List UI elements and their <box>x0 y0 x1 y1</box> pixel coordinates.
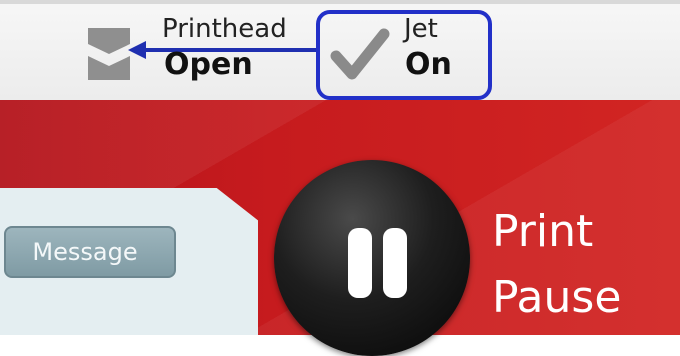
pause-icon-bar <box>383 228 407 298</box>
print-pause-button[interactable] <box>274 160 470 356</box>
printhead-status: Open <box>164 47 253 82</box>
top-divider <box>0 0 680 4</box>
pause-icon <box>348 228 372 298</box>
jet-status: On <box>405 47 452 82</box>
checkmark-icon <box>330 28 390 80</box>
printhead-icon <box>88 28 130 80</box>
pause-label: Pause <box>492 272 622 323</box>
printhead-label: Printhead <box>162 14 287 44</box>
jet-label: Jet <box>404 14 438 44</box>
message-button[interactable]: Message <box>4 226 176 278</box>
print-label: Print <box>492 206 594 257</box>
